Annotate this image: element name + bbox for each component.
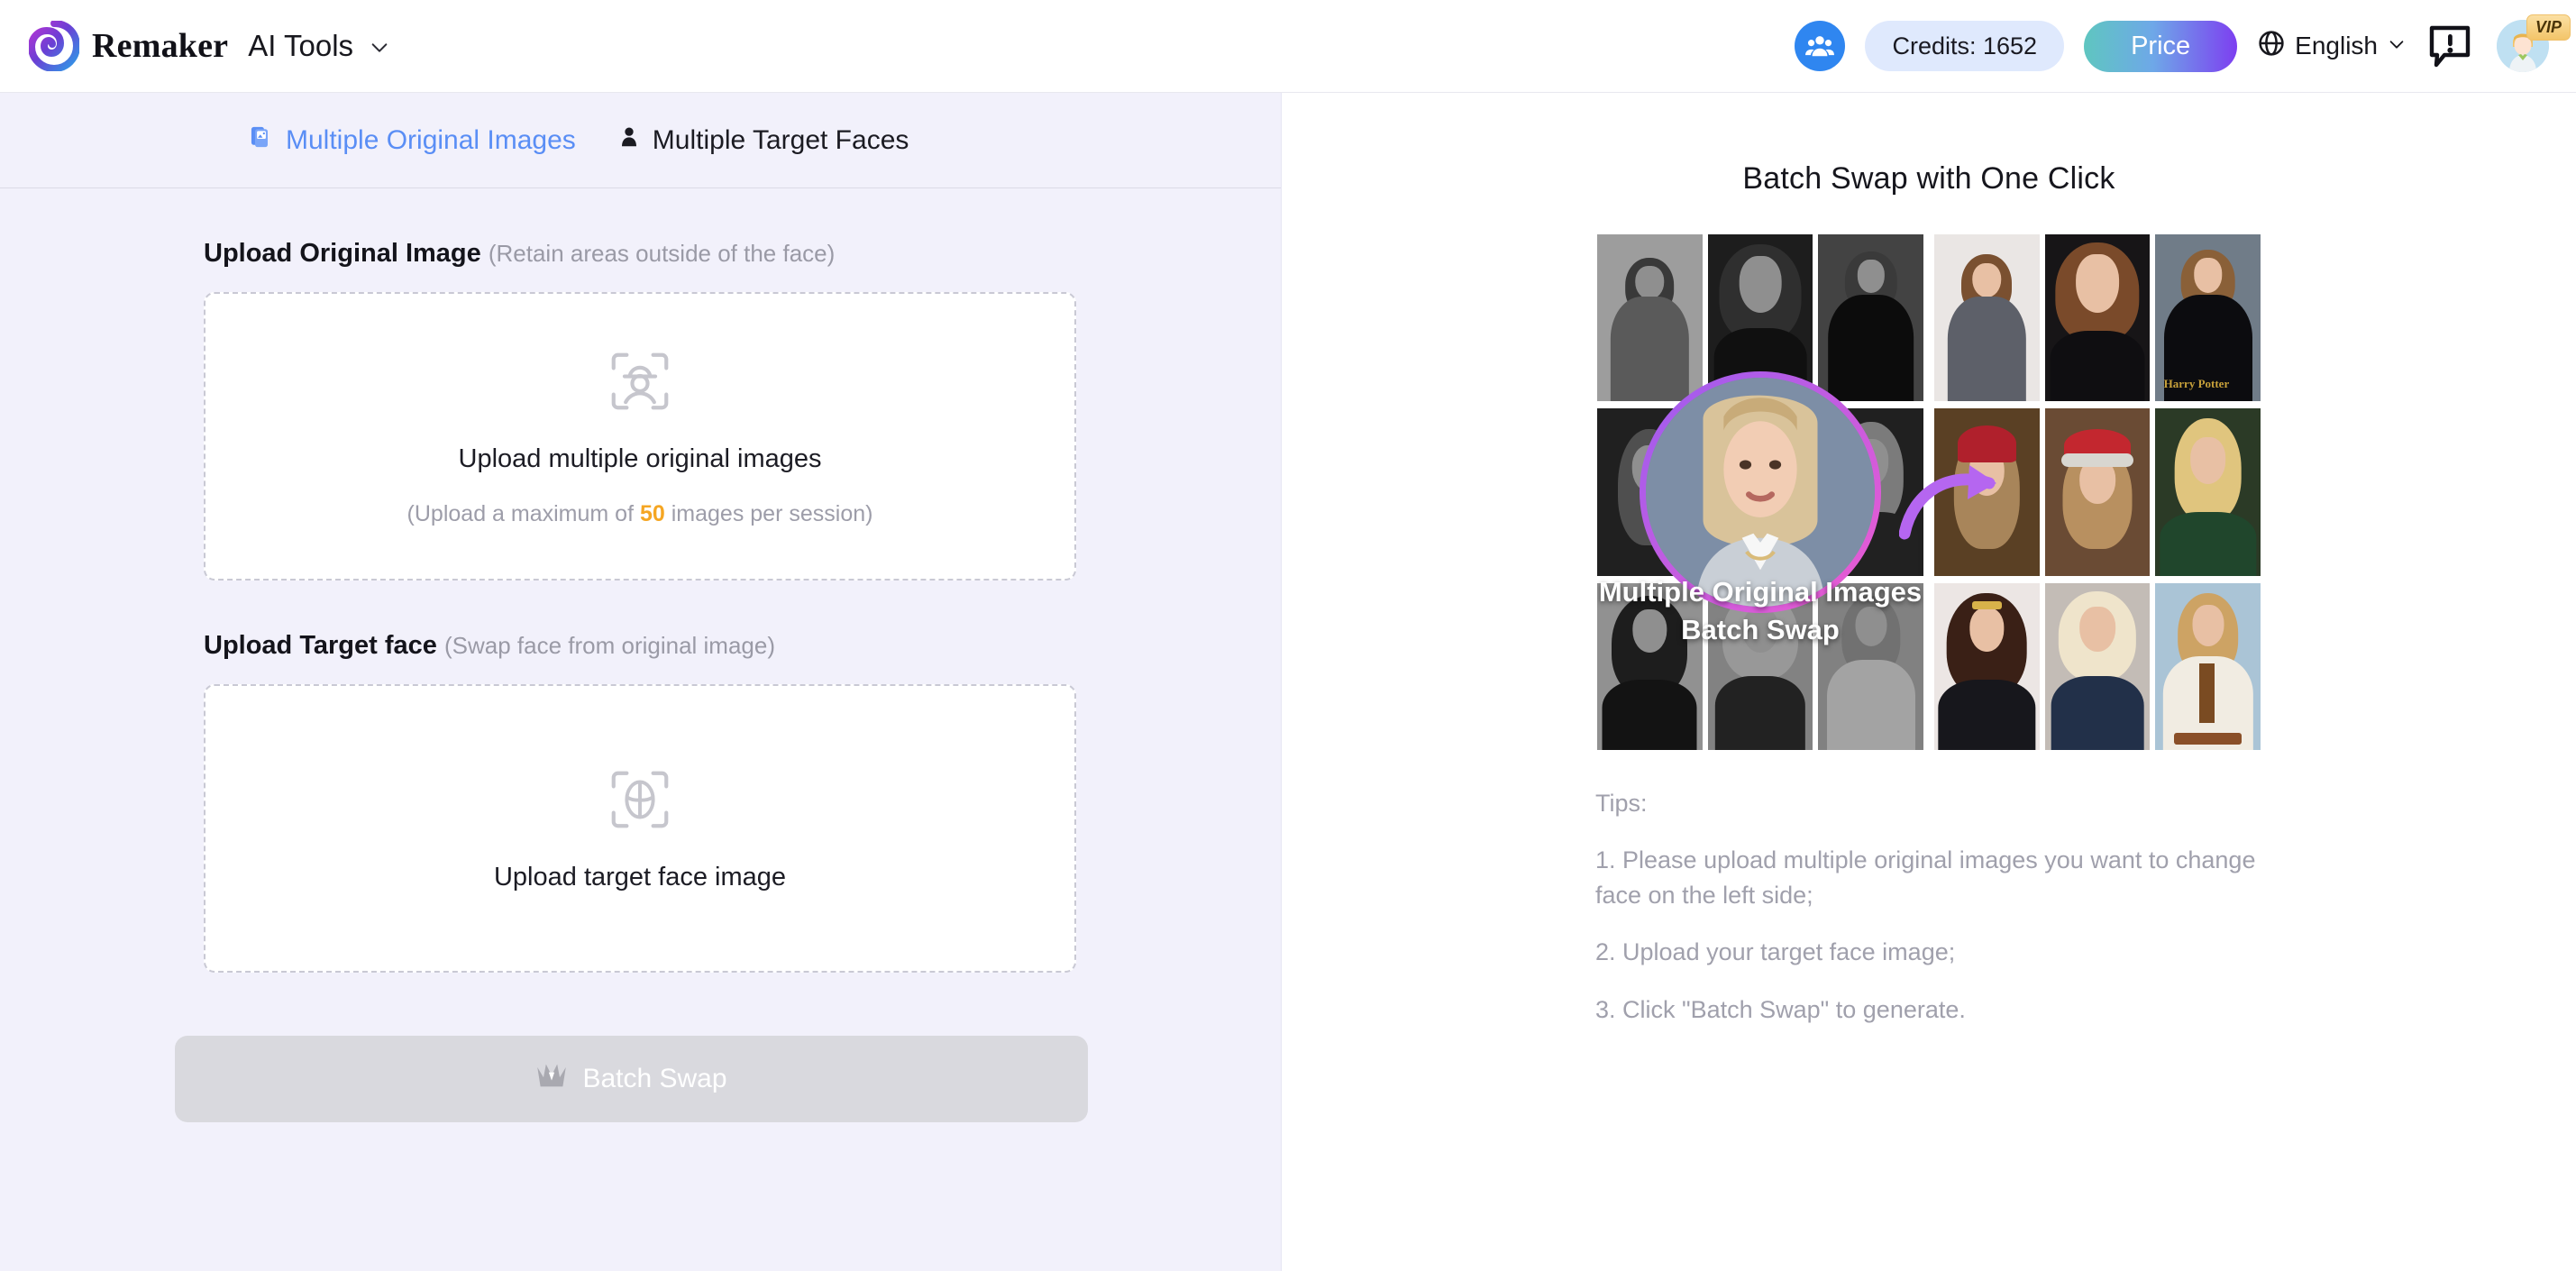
nav-ai-tools[interactable]: AI Tools	[248, 29, 353, 63]
curved-arrow-right-icon	[1898, 447, 2007, 546]
tips-heading: Tips:	[1595, 790, 1648, 817]
brand[interactable]: Remaker AI Tools	[27, 20, 389, 73]
collage-cell	[2155, 408, 2261, 576]
feedback-exclamation-icon[interactable]	[2426, 23, 2473, 69]
header-actions: Credits: 1652 Price English VIP	[1795, 14, 2571, 72]
target-face-dropzone[interactable]: Upload target face image	[204, 684, 1076, 973]
main-layout: Multiple Original Images Multiple Target…	[0, 93, 2576, 1271]
batch-swap-button[interactable]: Batch Swap	[175, 1036, 1088, 1122]
hint-max-number: 50	[639, 500, 665, 526]
collage-cell	[1818, 234, 1923, 402]
globe-icon	[2257, 29, 2286, 64]
upload-form: Upload Original Image (Retain areas outs…	[0, 239, 1281, 1122]
remaker-logo-icon	[27, 20, 81, 73]
language-selector[interactable]: English	[2257, 29, 2407, 64]
tip-item: 1. Please upload multiple original image…	[1595, 846, 2256, 910]
tab-bar: Multiple Original Images Multiple Target…	[0, 93, 1281, 188]
person-icon	[617, 125, 641, 156]
app-header: Remaker AI Tools Credits: 1652 Price Eng…	[0, 0, 2576, 93]
community-group-icon[interactable]	[1795, 21, 1846, 71]
target-title-subtitle: (Swap face from original image)	[443, 632, 776, 659]
tab-label: Multiple Target Faces	[652, 124, 909, 155]
right-panel: Batch Swap with One Click Multiple Origi…	[1282, 93, 2576, 1271]
original-title-text: Upload Original Image	[204, 239, 481, 268]
batch-swap-label: Batch Swap	[582, 1064, 727, 1093]
chevron-down-icon	[2387, 32, 2407, 60]
collage-cell	[1597, 234, 1703, 402]
promo-title: Batch Swap with One Click	[1742, 161, 2115, 196]
hint-prefix: (Upload a maximum of	[406, 500, 640, 526]
target-face-image	[1646, 378, 1875, 607]
tips-section: Tips: 1. Please upload multiple original…	[1595, 786, 2262, 1028]
original-dropzone-hint: (Upload a maximum of 50 images per sessi…	[407, 501, 873, 527]
tab-multiple-original-images[interactable]: Multiple Original Images	[249, 124, 576, 157]
collage-cell	[2044, 408, 2151, 576]
overlay-caption-line2: Batch Swap	[1681, 614, 1840, 646]
promo-overlay-caption: Multiple Original Images Batch Swap	[1597, 573, 1923, 649]
collage-cell	[2155, 582, 2261, 750]
promo-comparison: Multiple Original Images Batch Swap Harr…	[1597, 234, 2261, 750]
crown-icon	[535, 1061, 568, 1097]
collage-cell	[1934, 582, 2040, 750]
target-title-text: Upload Target face	[204, 631, 437, 660]
scan-face-crosshair-icon	[605, 764, 675, 839]
brand-name: Remaker	[92, 27, 229, 65]
language-label: English	[2295, 32, 2378, 59]
original-section-title: Upload Original Image (Retain areas outs…	[204, 239, 1281, 269]
vip-badge: VIP	[2526, 14, 2571, 41]
target-section-title: Upload Target face (Swap face from origi…	[204, 631, 1281, 661]
collage-row: Harry Potter	[1934, 234, 2261, 402]
overlay-caption-line1: Multiple Original Images	[1598, 576, 1923, 608]
scan-person-hat-icon	[605, 346, 675, 421]
original-dropzone-text: Upload multiple original images	[458, 443, 822, 473]
collage-cell	[1934, 234, 2040, 402]
tip-item: 2. Upload your target face image;	[1595, 938, 1956, 966]
collage-cell	[2044, 234, 2151, 402]
price-button[interactable]: Price	[2084, 20, 2238, 72]
before-collage: Multiple Original Images Batch Swap	[1597, 234, 1923, 750]
avatar[interactable]: VIP	[2497, 14, 2571, 72]
target-dropzone-text: Upload target face image	[493, 863, 787, 892]
tab-label: Multiple Original Images	[286, 124, 576, 155]
tip-item: 3. Click "Batch Swap" to generate.	[1595, 995, 1966, 1023]
chevron-down-icon[interactable]	[370, 38, 389, 58]
left-panel: Multiple Original Images Multiple Target…	[0, 93, 1282, 1271]
original-title-subtitle: (Retain areas outside of the face)	[488, 240, 836, 267]
original-images-dropzone[interactable]: Upload multiple original images (Upload …	[204, 292, 1076, 581]
collage-cell	[2044, 582, 2151, 750]
collage-cell: Harry Potter	[2155, 234, 2261, 402]
stacked-images-icon	[249, 124, 274, 157]
hint-suffix: images per session)	[664, 500, 873, 526]
collage-row	[1934, 582, 2261, 750]
credits-badge[interactable]: Credits: 1652	[1865, 21, 2065, 71]
tab-multiple-target-faces[interactable]: Multiple Target Faces	[617, 125, 909, 156]
harry-potter-watermark: Harry Potter	[2163, 377, 2230, 391]
